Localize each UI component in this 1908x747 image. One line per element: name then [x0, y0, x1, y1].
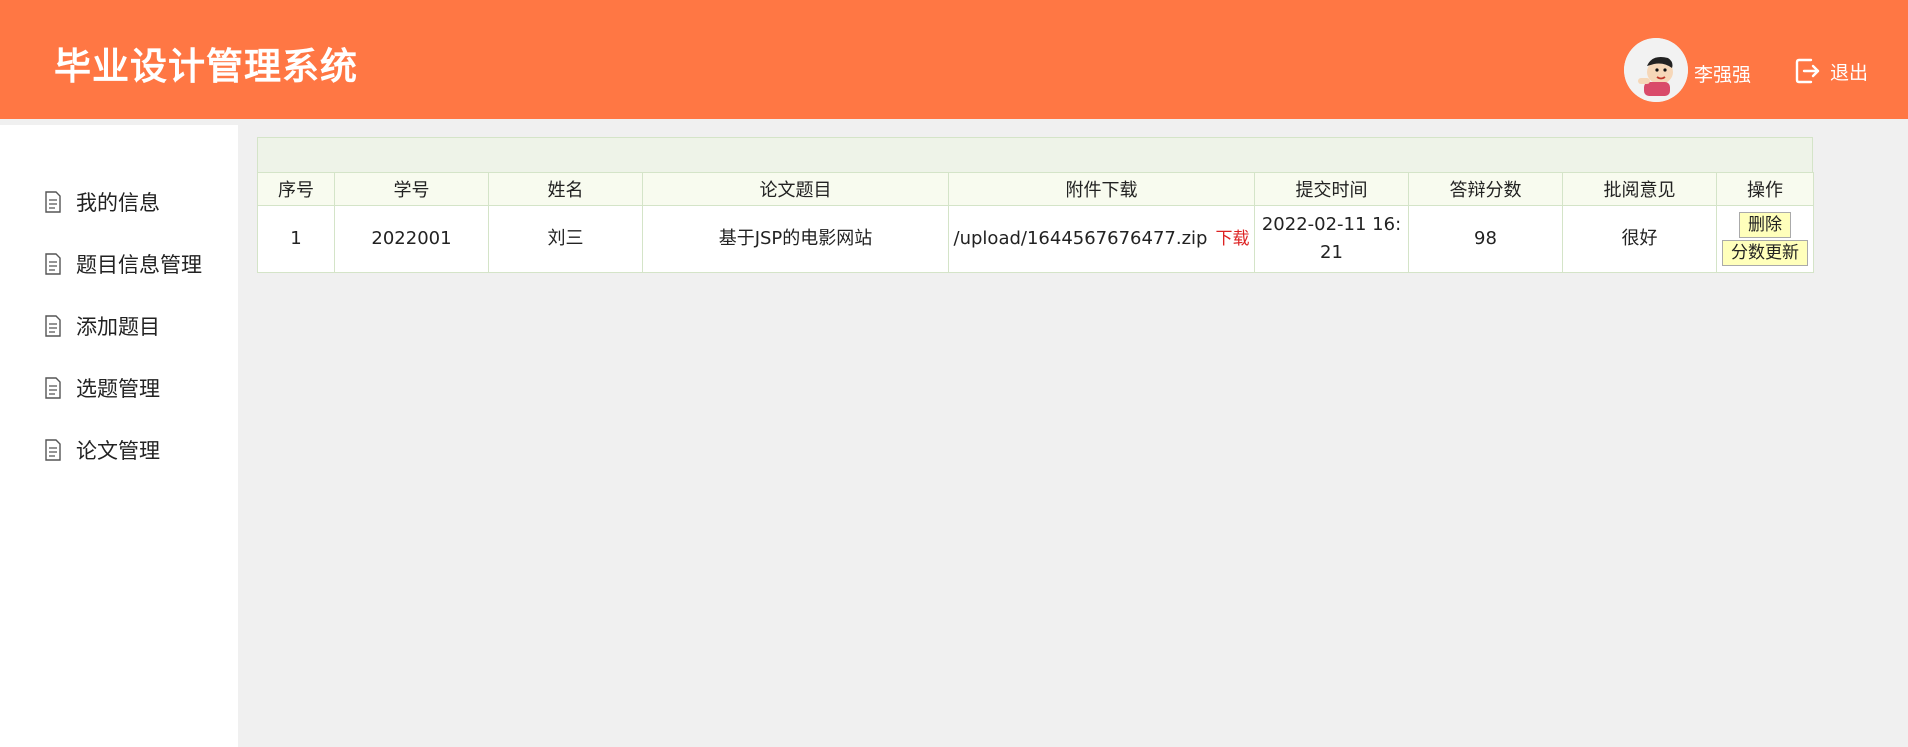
- document-icon: [45, 253, 61, 275]
- cell-comment: 很好: [1562, 205, 1717, 273]
- column-header-actions: 操作: [1716, 172, 1814, 206]
- column-header-thesis-title: 论文题目: [642, 172, 949, 206]
- sidebar-item-topic-info-management[interactable]: 题目信息管理: [0, 233, 238, 295]
- sidebar-item-label: 题目信息管理: [76, 253, 202, 277]
- cell-actions: 删除 分数更新: [1716, 205, 1814, 273]
- main-content: 序号 学号 姓名 论文题目 附件下载 提交时间 答辩分数 批阅意见 操作 1 2…: [257, 137, 1814, 273]
- sidebar-item-my-info[interactable]: 我的信息: [0, 171, 238, 233]
- sidebar-item-add-topic[interactable]: 添加题目: [0, 295, 238, 357]
- sidebar-nav: 我的信息 题目信息管理 添加题目 选题管理 论文管理: [0, 171, 238, 481]
- sidebar-item-label: 我的信息: [76, 191, 160, 215]
- user-area: 李强强 退出: [1608, 38, 1908, 102]
- avatar-cartoon-icon: [1624, 38, 1688, 102]
- cell-name: 刘三: [488, 205, 643, 273]
- cell-attachment: /upload/1644567676477.zip 下载: [948, 205, 1255, 273]
- attachment-file-path: /upload/1644567676477.zip: [953, 228, 1208, 249]
- sidebar-item-label: 选题管理: [76, 377, 160, 401]
- document-icon: [45, 315, 61, 337]
- table-row: 1 2022001 刘三 基于JSP的电影网站 /upload/16445676…: [257, 205, 1814, 273]
- delete-button[interactable]: 删除: [1739, 212, 1791, 238]
- logout-button[interactable]: 退出: [1792, 54, 1868, 88]
- download-link[interactable]: 下载: [1215, 229, 1249, 249]
- column-header-attachment: 附件下载: [948, 172, 1255, 206]
- column-header-comment: 批阅意见: [1562, 172, 1717, 206]
- cell-thesis-title: 基于JSP的电影网站: [642, 205, 949, 273]
- table-caption-bar: [257, 137, 1813, 172]
- user-avatar[interactable]: [1624, 38, 1688, 102]
- column-header-submit-time: 提交时间: [1254, 172, 1409, 206]
- sidebar: 我的信息 题目信息管理 添加题目 选题管理 论文管理: [0, 125, 238, 747]
- thesis-table: 序号 学号 姓名 论文题目 附件下载 提交时间 答辩分数 批阅意见 操作 1 2…: [257, 172, 1814, 273]
- sidebar-item-thesis-management[interactable]: 论文管理: [0, 419, 238, 481]
- cell-submit-time: 2022-02-11 16:21: [1254, 205, 1409, 273]
- sidebar-item-label: 论文管理: [76, 439, 160, 463]
- document-icon: [45, 377, 61, 399]
- column-header-score: 答辩分数: [1408, 172, 1563, 206]
- cell-index: 1: [257, 205, 335, 273]
- sidebar-item-label: 添加题目: [76, 315, 160, 339]
- document-icon: [45, 439, 61, 461]
- user-name: 李强强: [1694, 64, 1752, 86]
- app-title: 毕业设计管理系统: [54, 45, 358, 88]
- sidebar-item-topic-selection-management[interactable]: 选题管理: [0, 357, 238, 419]
- logout-label: 退出: [1830, 61, 1869, 84]
- document-icon: [45, 191, 61, 213]
- logout-icon: [1795, 58, 1820, 84]
- table-header-row: 序号 学号 姓名 论文题目 附件下载 提交时间 答辩分数 批阅意见 操作: [257, 172, 1814, 206]
- top-header: 毕业设计管理系统 李强强 退出: [0, 0, 1908, 119]
- column-header-name: 姓名: [488, 172, 643, 206]
- cell-student-id: 2022001: [334, 205, 489, 273]
- cell-score: 98: [1408, 205, 1563, 273]
- column-header-student-id: 学号: [334, 172, 489, 206]
- column-header-index: 序号: [257, 172, 335, 206]
- update-score-button[interactable]: 分数更新: [1722, 240, 1808, 266]
